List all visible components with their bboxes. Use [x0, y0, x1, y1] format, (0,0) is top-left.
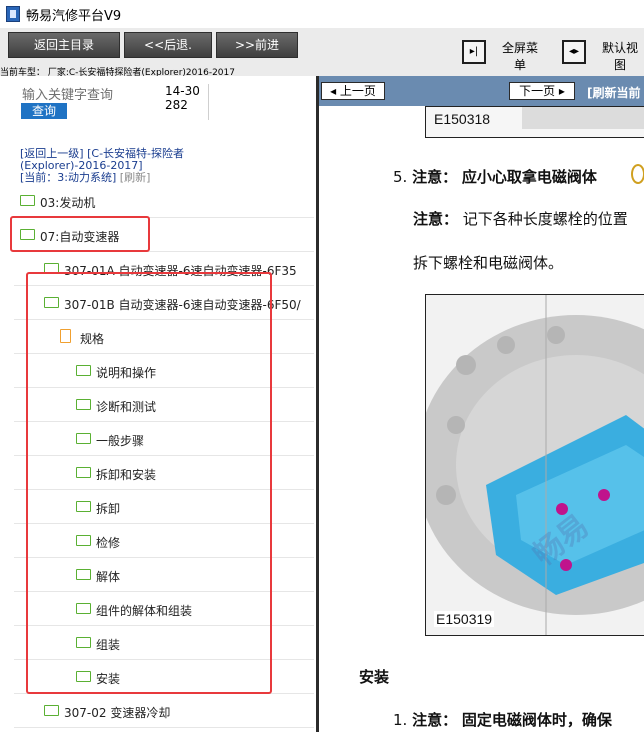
figure-image-part	[522, 107, 644, 129]
default-view-label[interactable]: 默认视图	[600, 39, 640, 73]
install-step-1: 1. 注意： 固定电磁阀体时，确保	[393, 711, 612, 729]
highlight-box-transmission	[10, 216, 150, 252]
highlight-box-subtree	[26, 272, 272, 694]
default-view-icon[interactable]: ◂▸	[562, 40, 586, 64]
forward-button[interactable]: >>前进	[216, 32, 298, 58]
folder-icon	[20, 195, 35, 206]
toolbar: 返回主目录 <<后退. >>前进 ▸| 全屏菜单 ◂▸ 默认视图 当前车型： 厂…	[0, 28, 644, 78]
next-page-button[interactable]: 下一页 ▸	[509, 82, 575, 100]
refresh-current-link[interactable]: [刷新当前	[587, 84, 641, 101]
document-pane: ◂ 上一页 下一页 ▸ [刷新当前 E150318 5. 注意： 应小心取拿电磁…	[319, 76, 644, 732]
note-bolt-positions: 注意： 记下各种长度螺栓的位置	[413, 210, 628, 228]
breadcrumb: [返回上一级] [C-长安福特-探险者(Explorer)-2016-2017]…	[20, 148, 210, 184]
fullscreen-icon[interactable]: ▸|	[462, 40, 486, 64]
right-arrow-icon: ▸	[555, 84, 565, 98]
step-5: 5. 注意： 应小心取拿电磁阀体	[393, 168, 597, 186]
tree-item-label: 307-02 变速器冷却	[64, 706, 171, 720]
prev-page-button[interactable]: ◂ 上一页	[321, 82, 385, 100]
search-divider	[208, 84, 209, 120]
current-category: [当前：3:动力系统]	[20, 171, 117, 184]
back-button[interactable]: <<后退.	[124, 32, 212, 58]
page-nav-bar: ◂ 上一页 下一页 ▸ [刷新当前	[319, 76, 644, 106]
figure-e150319: E150319	[425, 294, 644, 636]
query-button[interactable]: 查询	[21, 103, 67, 119]
tree-item[interactable]: 03:发动机	[14, 184, 314, 218]
tree-item[interactable]: 307-02 变速器冷却	[14, 694, 314, 728]
back-to-main-button[interactable]: 返回主目录	[8, 32, 120, 58]
install-heading: 安装	[359, 668, 390, 686]
fullscreen-menu-label[interactable]: 全屏菜单	[500, 39, 540, 73]
figure-label: E150318	[434, 111, 491, 127]
title-bar: 畅易汽修平台V9	[0, 0, 644, 28]
figure-e150318: E150318	[425, 106, 644, 138]
folder-icon	[44, 705, 59, 716]
left-navigation-pane: 输入关键字查询 14-30282 查询 [返回上一级] [C-长安福特-探险者(…	[0, 76, 316, 732]
solenoid-body-illustration	[426, 295, 644, 635]
left-arrow-icon: ◂	[330, 84, 340, 98]
figure-label: E150319	[434, 611, 495, 627]
app-logo-icon	[6, 6, 20, 22]
warning-icon	[631, 164, 644, 184]
refresh-link[interactable]: [刷新]	[120, 171, 151, 184]
tree-item-label: 03:发动机	[40, 196, 96, 210]
search-input[interactable]: 输入关键字查询	[22, 84, 113, 103]
remove-instruction: 拆下螺栓和电磁阀体。	[413, 254, 564, 272]
window-title: 畅易汽修平台V9	[26, 9, 122, 24]
search-result-count: 14-30282	[165, 84, 200, 112]
